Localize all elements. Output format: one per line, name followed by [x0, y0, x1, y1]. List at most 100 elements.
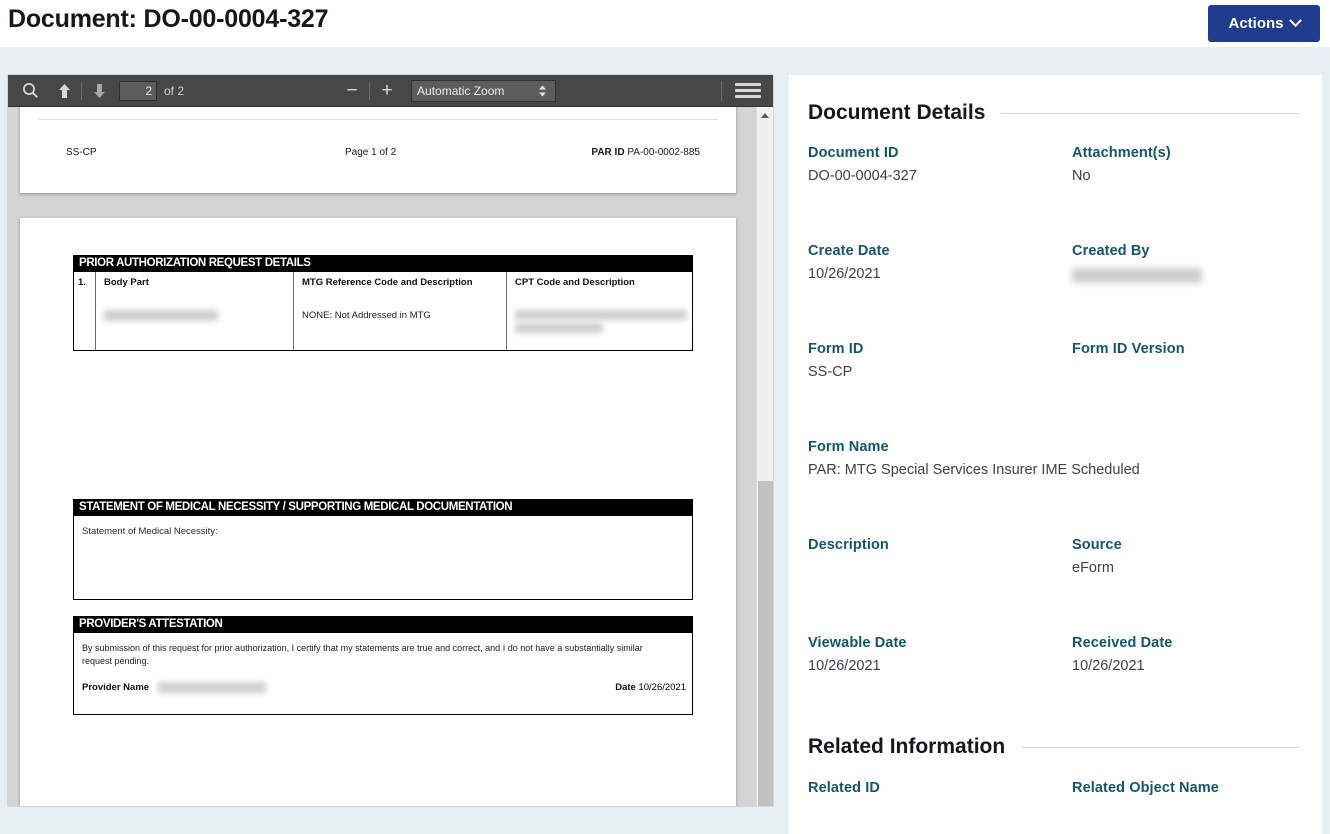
field-label: Viewable Date [808, 635, 1072, 651]
page-header: Document: DO-00-0004-327 Actions [0, 0, 1330, 47]
field-label: Received Date [1072, 635, 1322, 651]
toolbar-divider [81, 82, 82, 100]
par-details-body: 1. Body Part MTG Reference Code and Desc… [73, 272, 693, 351]
par-details-section: PRIOR AUTHORIZATION REQUEST DETAILS 1. B… [73, 255, 693, 351]
field-viewable-date: Viewable Date 10/26/2021 [808, 635, 1072, 733]
field-source: Source eForm [1072, 537, 1322, 635]
related-information-title-text: Related Information [808, 735, 1005, 759]
attestation-date-value: 10/26/2021 [638, 682, 686, 693]
statement-body: Statement of Medical Necessity: [73, 516, 693, 600]
related-information-fields: Related ID Related Object Name [808, 780, 1322, 796]
field-document-id: Document ID DO-00-0004-327 [808, 145, 1072, 243]
related-information-title: Related Information [808, 735, 1322, 759]
field-created-by: Created By [1072, 243, 1322, 341]
field-value: No [1072, 168, 1322, 184]
pdf-scrollbar-thumb[interactable] [758, 481, 773, 806]
field-value: SS-CP [808, 364, 1072, 380]
field-label: Create Date [808, 243, 1072, 259]
field-value: 10/26/2021 [1072, 658, 1322, 674]
statement-label: Statement of Medical Necessity: [82, 526, 692, 537]
attestation-date-label: Date [615, 682, 636, 693]
field-value-redacted [1072, 268, 1202, 283]
next-page-button[interactable] [85, 78, 113, 104]
actions-button[interactable]: Actions [1208, 5, 1320, 42]
footer-form-id: SS-CP [66, 147, 97, 158]
zoom-out-label: − [346, 81, 357, 100]
field-value: 10/26/2021 [808, 266, 1072, 282]
pdf-page-1: SS-CP Page 1 of 2 PAR ID PA-00-0002-885 [20, 107, 736, 193]
field-label: Description [808, 537, 1072, 553]
attestation-section: PROVIDER'S ATTESTATION By submission of … [73, 616, 693, 715]
par-col-cpt: CPT Code and Description [507, 272, 691, 350]
updown-arrows-icon [538, 84, 547, 97]
zoom-in-button[interactable]: + [373, 78, 401, 104]
document-details-fields: Document ID DO-00-0004-327 Attachment(s)… [808, 145, 1322, 733]
par-col-body-part: Body Part [96, 272, 294, 350]
page-number-input[interactable] [119, 81, 157, 101]
field-value: DO-00-0004-327 [808, 168, 1072, 184]
arrow-up-icon [57, 83, 72, 99]
statement-heading: STATEMENT OF MEDICAL NECESSITY / SUPPORT… [73, 499, 693, 516]
attestation-heading: PROVIDER'S ATTESTATION [73, 616, 693, 633]
title-rule [1001, 113, 1300, 114]
field-received-date: Received Date 10/26/2021 [1072, 635, 1322, 733]
field-value: 10/26/2021 [808, 658, 1072, 674]
document-details-title-text: Document Details [808, 101, 985, 125]
field-label: Created By [1072, 243, 1322, 259]
field-related-object-name: Related Object Name [1072, 780, 1322, 796]
par-details-heading: PRIOR AUTHORIZATION REQUEST DETAILS [73, 255, 693, 272]
document-details-panel: Document Details Document ID DO-00-0004-… [789, 75, 1322, 834]
par-col-header-body-part: Body Part [104, 277, 285, 288]
arrow-down-icon [92, 83, 107, 99]
par-value-cpt [515, 310, 683, 334]
zoom-out-button[interactable]: − [338, 78, 366, 104]
pdf-page-canvas[interactable]: SS-CP Page 1 of 2 PAR ID PA-00-0002-885 … [8, 107, 756, 806]
footer-par-id-label: PAR ID [591, 147, 624, 158]
updown-arrows-svg [538, 84, 547, 97]
page-title: Document: DO-00-0004-327 [8, 5, 328, 34]
previous-page-button[interactable] [50, 78, 78, 104]
zoom-level-value: Automatic Zoom [417, 84, 504, 98]
hamburger-menu-icon[interactable] [735, 81, 761, 101]
zoom-in-label: + [381, 81, 392, 100]
par-value-body-part [104, 310, 285, 321]
par-col-mtg: MTG Reference Code and Description NONE:… [294, 272, 507, 350]
field-attachments: Attachment(s) No [1072, 145, 1322, 243]
page-1-footer: SS-CP Page 1 of 2 PAR ID PA-00-0002-885 [20, 147, 736, 167]
field-related-id: Related ID [808, 780, 1072, 796]
zoom-level-select[interactable]: Automatic Zoom [411, 80, 556, 102]
attestation-date: Date 10/26/2021 [615, 682, 686, 693]
field-label: Source [1072, 537, 1322, 553]
pdf-scrollbar[interactable] [756, 107, 773, 806]
actions-button-label: Actions [1228, 15, 1283, 32]
attestation-signature-row: Provider Name Date 10/26/2021 [82, 682, 686, 693]
related-title-rule [1021, 747, 1300, 748]
field-value: eForm [1072, 560, 1322, 576]
search-icon[interactable] [16, 78, 44, 104]
field-form-id-version: Form ID Version [1072, 341, 1322, 439]
field-label: Form Name [808, 439, 1072, 455]
toolbar-divider-3 [721, 81, 722, 101]
pdf-viewer: of 2 − + Automatic Zoom [8, 75, 773, 806]
par-col-header-mtg: MTG Reference Code and Description [302, 277, 498, 288]
toolbar-divider-2 [369, 82, 370, 100]
footer-par-id-value: PA-00-0002-885 [627, 147, 700, 158]
document-details-title: Document Details [808, 101, 1322, 125]
field-label: Document ID [808, 145, 1072, 161]
content-area: of 2 − + Automatic Zoom [0, 47, 1330, 806]
field-description: Description [808, 537, 1072, 635]
field-label: Form ID Version [1072, 341, 1322, 357]
par-row-number: 1. [74, 272, 96, 350]
page-footer-rule [38, 119, 718, 120]
par-value-mtg: NONE: Not Addressed in MTG [302, 310, 498, 321]
statement-section: STATEMENT OF MEDICAL NECESSITY / SUPPORT… [73, 499, 693, 600]
page-count-label: of 2 [164, 84, 184, 98]
footer-page-label: Page 1 of 2 [345, 147, 396, 158]
scroll-up-arrow-icon[interactable] [757, 107, 773, 123]
footer-par-id: PAR ID PA-00-0002-885 [591, 147, 700, 158]
provider-name-label: Provider Name [82, 682, 149, 693]
field-create-date: Create Date 10/26/2021 [808, 243, 1072, 341]
par-details-table: 1. Body Part MTG Reference Code and Desc… [74, 272, 692, 350]
field-label: Form ID [808, 341, 1072, 357]
par-col-header-cpt: CPT Code and Description [515, 277, 683, 288]
